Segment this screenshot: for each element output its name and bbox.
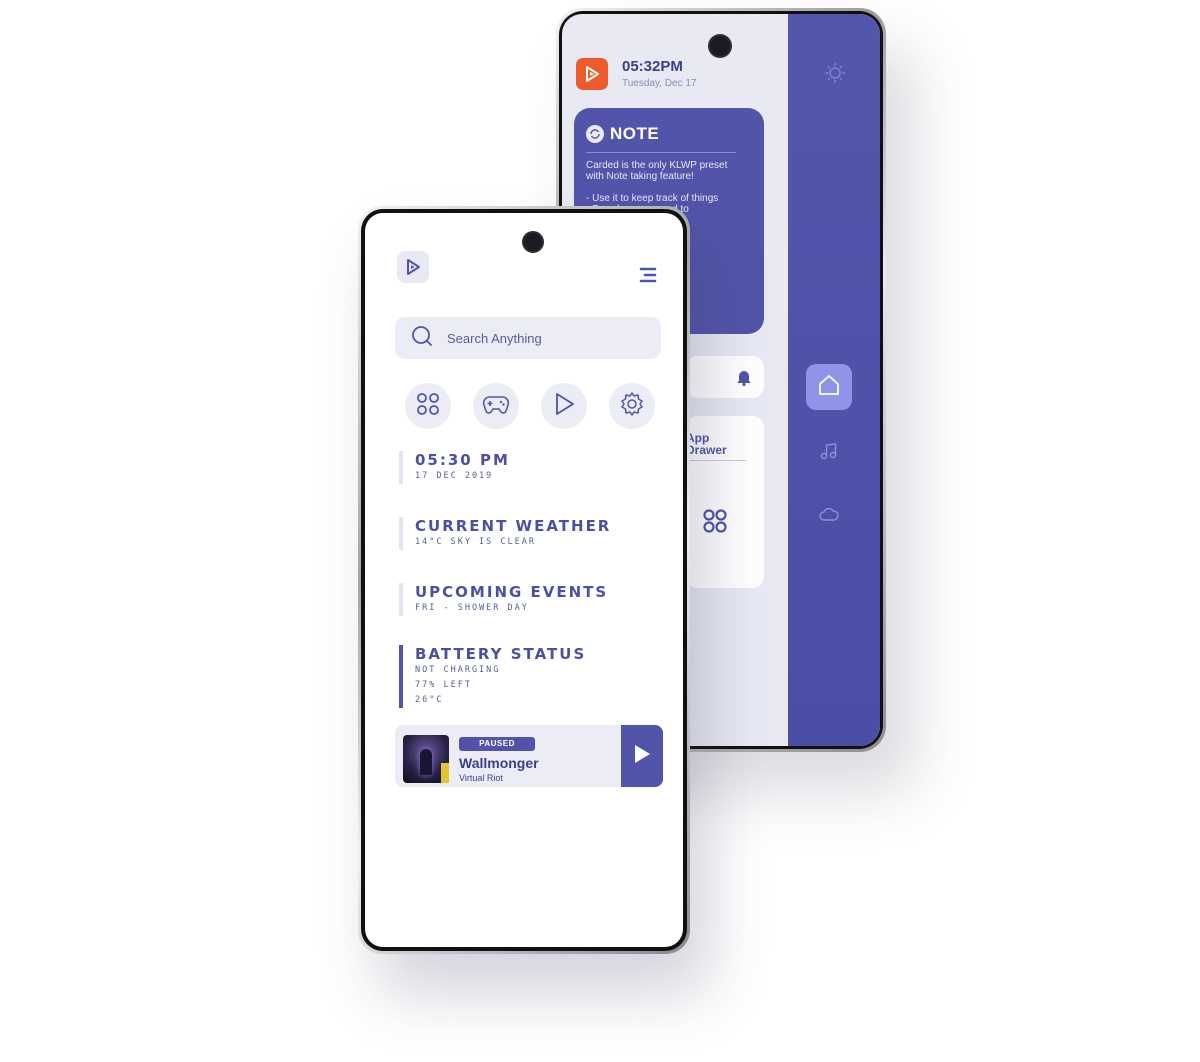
app-drawer-label: App Drawer xyxy=(686,431,727,457)
clock-widget[interactable]: 05:30 PM 17 DEC 2019 xyxy=(399,451,510,484)
media-button[interactable] xyxy=(541,383,587,429)
front-phone-screen: 05:30 PM 17 DEC 2019 CURRENT WEATHER 14°… xyxy=(365,213,683,947)
note-title: NOTE xyxy=(610,124,660,143)
apps-icon[interactable] xyxy=(702,508,728,538)
games-button[interactable] xyxy=(473,383,519,429)
clock-time: 05:30 PM xyxy=(415,451,510,469)
play-icon xyxy=(633,744,651,768)
app-logo-icon[interactable] xyxy=(397,251,429,283)
notification-card[interactable] xyxy=(686,356,764,398)
events-widget[interactable]: UPCOMING EVENTS FRI - SHOWER DAY xyxy=(399,583,608,616)
battery-temperature: 26°C xyxy=(415,695,444,705)
divider xyxy=(686,460,746,461)
clock-date: 17 DEC 2019 xyxy=(415,471,494,481)
gamepad-icon xyxy=(482,393,510,419)
sun-icon[interactable] xyxy=(824,62,846,88)
camera-cutout xyxy=(708,34,732,58)
sync-icon[interactable] xyxy=(586,125,604,143)
music-icon[interactable] xyxy=(820,442,838,464)
clock-time: 05:32PM xyxy=(622,58,683,75)
search-input[interactable] xyxy=(445,329,639,347)
home-icon xyxy=(817,373,841,401)
battery-level: 77% LEFT xyxy=(415,680,472,690)
home-button[interactable] xyxy=(806,364,852,410)
app-drawer-card[interactable]: App Drawer xyxy=(686,416,764,588)
status-badge: PAUSED xyxy=(459,737,535,751)
play-icon xyxy=(553,392,575,420)
weather-title: CURRENT WEATHER xyxy=(415,517,612,535)
search-bar[interactable] xyxy=(395,317,661,359)
weather-detail: 14°C SKY IS CLEAR xyxy=(415,537,536,547)
play-button[interactable] xyxy=(621,725,663,787)
quick-actions xyxy=(405,383,655,429)
track-artist: Virtual Riot xyxy=(459,773,503,783)
clock-date: Tuesday, Dec 17 xyxy=(622,78,697,89)
events-title: UPCOMING EVENTS xyxy=(415,583,609,601)
camera-cutout xyxy=(522,231,544,253)
note-header: NOTE xyxy=(586,124,659,144)
battery-charging: NOT CHARGING xyxy=(415,665,501,675)
settings-icon xyxy=(619,391,645,421)
album-art xyxy=(403,735,449,783)
menu-icon[interactable] xyxy=(639,267,657,287)
app-logo-icon[interactable] xyxy=(576,58,608,90)
front-phone: 05:30 PM 17 DEC 2019 CURRENT WEATHER 14°… xyxy=(358,206,690,954)
battery-widget[interactable]: BATTERY STATUS NOT CHARGING 77% LEFT 26°… xyxy=(399,645,586,708)
divider xyxy=(586,152,736,153)
battery-title: BATTERY STATUS xyxy=(415,645,587,663)
apps-icon xyxy=(415,391,441,421)
settings-button[interactable] xyxy=(609,383,655,429)
bell-icon[interactable] xyxy=(736,368,752,390)
events-detail: FRI - SHOWER DAY xyxy=(415,603,529,613)
cloud-icon[interactable] xyxy=(819,506,839,526)
music-player[interactable]: PAUSED Wallmonger Virtual Riot xyxy=(395,725,663,787)
apps-button[interactable] xyxy=(405,383,451,429)
track-title: Wallmonger xyxy=(459,755,539,771)
search-icon xyxy=(411,325,433,351)
weather-widget[interactable]: CURRENT WEATHER 14°C SKY IS CLEAR xyxy=(399,517,611,550)
